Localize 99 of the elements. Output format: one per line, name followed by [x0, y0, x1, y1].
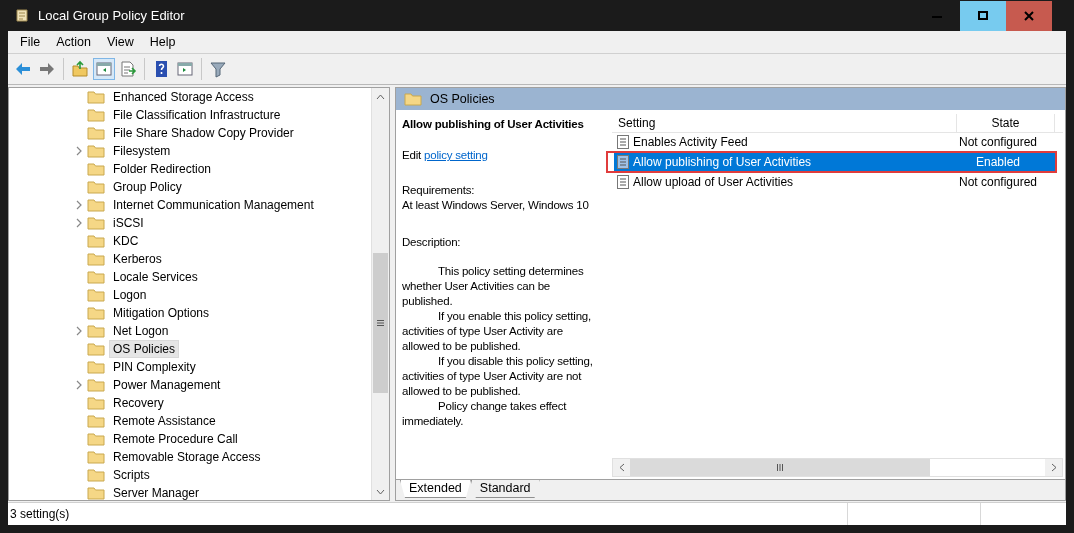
tree-item[interactable]: KDC	[109, 232, 143, 250]
grip-icon	[777, 464, 783, 471]
tree-item[interactable]: OS Policies	[109, 340, 180, 358]
setting-name: Enables Activity Feed	[633, 135, 748, 149]
description-paragraph: If you enable this policy setting, activities of type User Activity are allowed to be published.	[402, 309, 592, 354]
menu-item[interactable]: Help	[141, 35, 184, 49]
tree-item[interactable]: Internet Communication Management	[109, 196, 318, 214]
policy-icon	[617, 155, 629, 169]
policy-icon	[617, 175, 629, 189]
folder-icon	[87, 450, 105, 464]
folder-icon	[87, 414, 105, 428]
menu-item[interactable]: File	[12, 35, 49, 49]
chevron-icon[interactable]	[75, 326, 83, 336]
description-label: Description:	[402, 235, 462, 250]
tree-item[interactable]: Remote Procedure Call	[109, 430, 242, 448]
description-paragraph: Policy change takes effect immediately.	[402, 399, 568, 429]
folder-icon	[87, 234, 105, 248]
folder-icon	[87, 324, 105, 338]
tree-item[interactable]: Locale Services	[109, 268, 202, 286]
tree-item[interactable]: Server Manager	[109, 484, 204, 500]
status-text: 3 setting(s)	[9, 506, 71, 523]
folder-icon	[87, 288, 105, 302]
setting-row[interactable]: Allow upload of User Activities Not configured	[614, 173, 1055, 191]
forward-arrow-icon	[38, 60, 56, 78]
chevron-icon[interactable]	[75, 146, 83, 156]
pane-icon	[176, 60, 194, 78]
folder-icon	[87, 486, 105, 500]
column-header[interactable]: State	[957, 114, 1055, 132]
tree-item[interactable]: Removable Storage Access	[109, 448, 265, 466]
tree-item[interactable]: Folder Redirection	[109, 160, 216, 178]
setting-state: Not configured	[957, 175, 1038, 189]
folder-icon	[87, 342, 105, 356]
setting-name: Allow upload of User Activities	[633, 175, 794, 189]
pane-icon	[95, 60, 113, 78]
maximize-icon	[978, 10, 988, 21]
folder-icon	[87, 270, 105, 284]
folder-icon	[87, 360, 105, 374]
tree-item[interactable]: File Share Shadow Copy Provider	[109, 124, 298, 142]
tree-item[interactable]: Recovery	[109, 394, 168, 412]
chevron-icon[interactable]	[75, 380, 83, 390]
description-paragraph: If you disable this policy setting, activities of type User Activity are not allowed to be published.	[402, 354, 594, 399]
policy-setting-link[interactable]: policy setting	[424, 149, 488, 161]
setting-state: Enabled	[974, 155, 1021, 169]
scroll-icon	[14, 7, 30, 24]
policy-icon	[617, 135, 629, 149]
grip-icon	[377, 320, 384, 326]
tree-item[interactable]: Filesystem	[109, 142, 175, 160]
tree-item[interactable]: iSCSI	[109, 214, 148, 232]
tree-item[interactable]: Enhanced Storage Access	[109, 88, 258, 106]
window-title: Local Group Policy Editor	[38, 8, 185, 23]
filter-icon	[209, 60, 227, 78]
close-icon	[1024, 10, 1034, 21]
folder-icon	[87, 198, 105, 212]
folder-icon	[87, 90, 105, 104]
description-paragraph: This policy setting determines whether User Activities can be published.	[402, 264, 585, 309]
menu-item[interactable]: View	[98, 35, 142, 49]
folder-icon	[87, 162, 105, 176]
maximize-button[interactable]	[960, 0, 1006, 31]
folder-icon	[87, 468, 105, 482]
header-title: OS Policies	[430, 92, 495, 106]
tree-item[interactable]: Net Logon	[109, 322, 173, 340]
folder-up-icon	[71, 60, 89, 78]
tree-item[interactable]: Scripts	[109, 466, 154, 484]
setting-name: Allow publishing of User Activities	[633, 155, 812, 169]
scrollbar[interactable]	[612, 458, 1063, 477]
folder-icon	[87, 144, 105, 158]
folder-icon	[87, 378, 105, 392]
toolbar-button[interactable]	[69, 58, 91, 80]
tree-item[interactable]: Remote Assistance	[109, 412, 220, 430]
view-tab[interactable]: Standard	[470, 480, 540, 498]
folder-icon	[87, 180, 105, 194]
folder-icon	[87, 216, 105, 230]
folder-icon	[87, 126, 105, 140]
tree-item[interactable]: Mitigation Options	[109, 304, 214, 322]
tree-item[interactable]: File Classification Infrastructure	[109, 106, 285, 124]
tree-item[interactable]: PIN Complexity	[109, 358, 200, 376]
menu-item[interactable]: Action	[48, 35, 99, 49]
requirements-label: Requirements:	[402, 183, 476, 198]
folder-icon	[87, 252, 105, 266]
edit-label: Edit	[402, 149, 422, 161]
setting-row[interactable]: Allow publishing of User Activities Enabled	[614, 153, 1055, 171]
tree-item[interactable]: Power Management	[109, 376, 225, 394]
setting-state: Not configured	[957, 135, 1038, 149]
folder-icon	[87, 108, 105, 122]
close-button[interactable]	[1006, 0, 1052, 31]
folder-icon	[404, 92, 422, 106]
setting-row[interactable]: Enables Activity Feed Not configured	[614, 133, 1055, 151]
tree-item[interactable]: Logon	[109, 286, 151, 304]
view-tab[interactable]: Extended	[400, 480, 471, 498]
tree-item[interactable]: Kerberos	[109, 250, 166, 268]
export-list-icon	[119, 60, 137, 78]
folder-icon	[87, 306, 105, 320]
scrollbar[interactable]	[371, 88, 389, 500]
folder-icon	[87, 396, 105, 410]
policy-title: Allow publishing of User Activities	[402, 118, 585, 130]
requirements-text: At least Windows Server, Windows 10	[402, 198, 590, 213]
column-header[interactable]: Setting	[612, 114, 957, 132]
folder-icon	[87, 432, 105, 446]
tree-item[interactable]: Group Policy	[109, 178, 186, 196]
